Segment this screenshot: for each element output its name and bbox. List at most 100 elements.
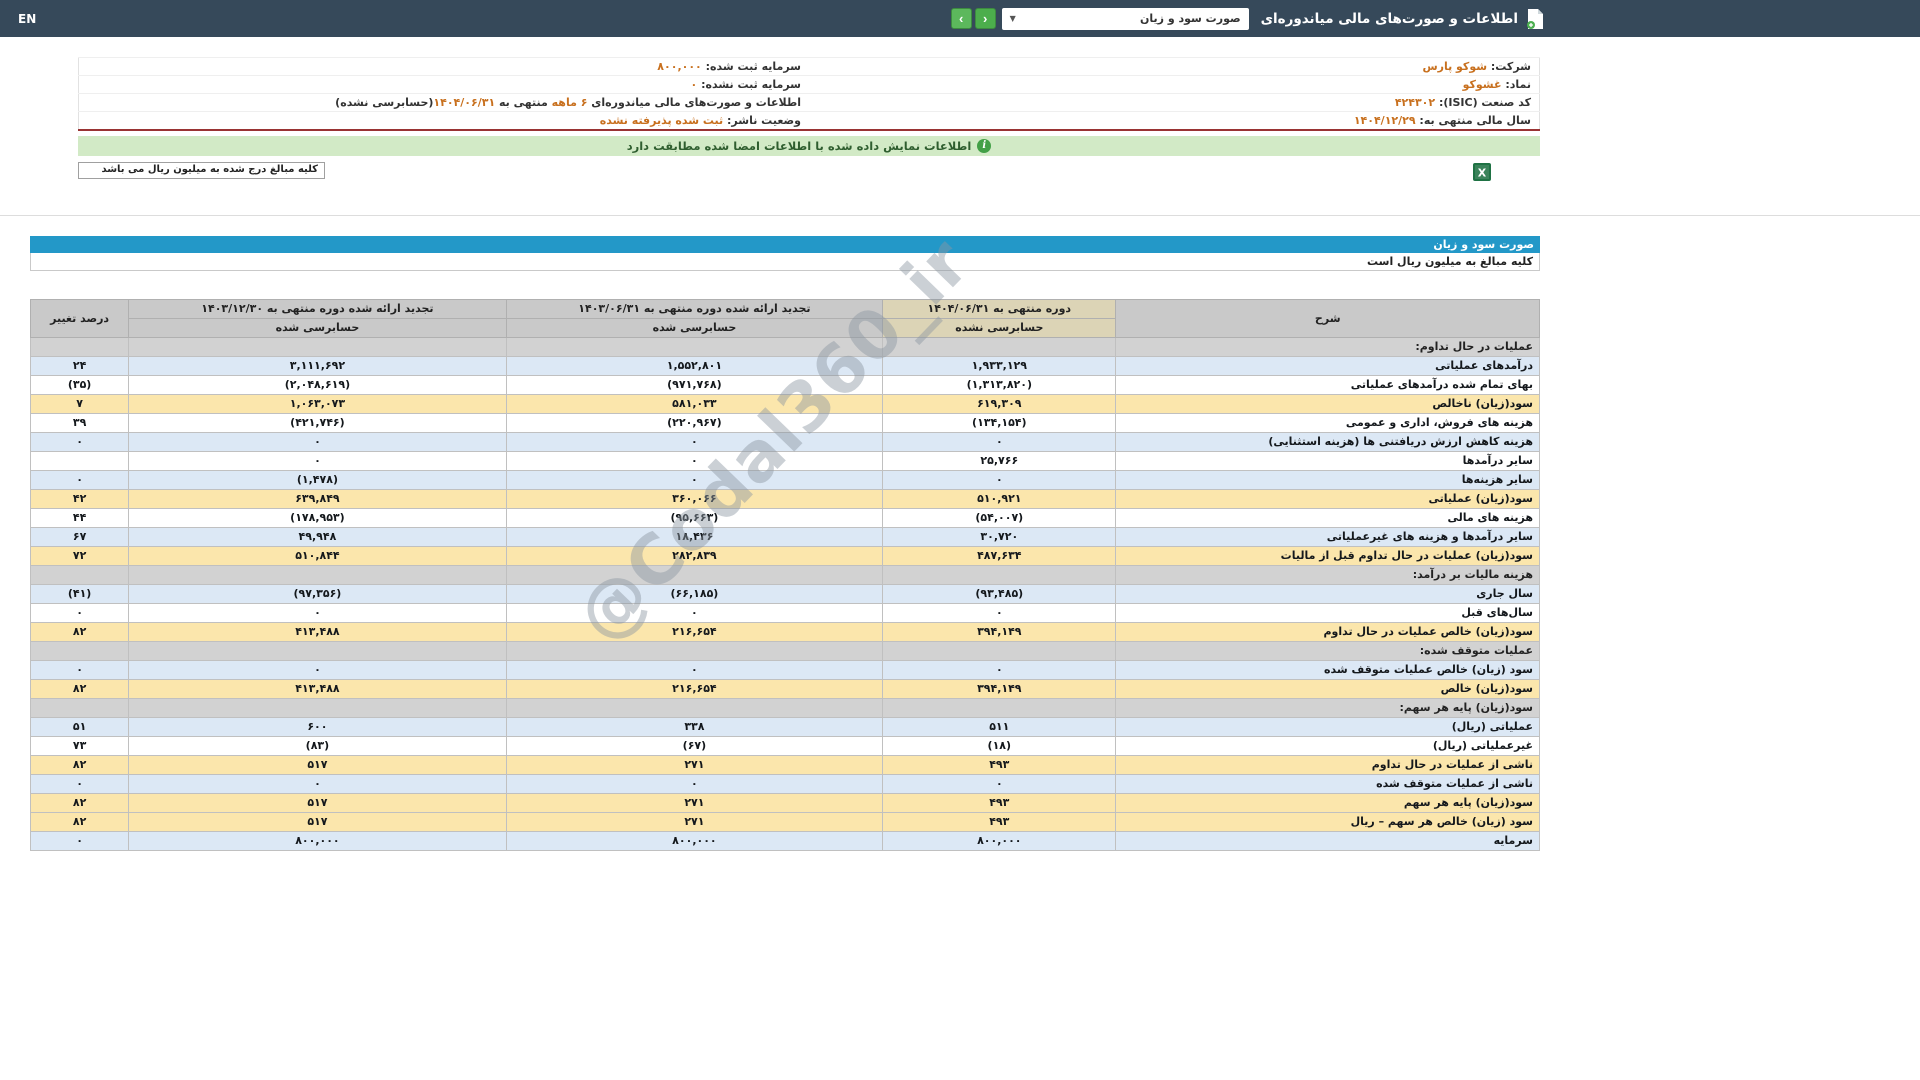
header-section: شرکت: شوکو پارس سرمایه ثبت شده: ۸۰۰,۰۰۰ … — [0, 57, 1552, 182]
statement-row-value: ۷۳ — [29, 735, 130, 756]
statement-row-value: ۱,۹۳۳,۱۲۹ — [882, 355, 1117, 376]
statement-row-value: ۰ — [29, 469, 130, 490]
statement-row-value: ۸۲ — [29, 754, 130, 775]
statement-section-row: عملیات متوقف شده: — [29, 640, 1540, 661]
statement-row-label: ناشی از عملیات در حال تداوم — [1115, 754, 1540, 775]
unregistered-capital-label: سرمایه ثبت نشده: — [701, 78, 801, 91]
info-cell: سرمایه ثبت شده: ۸۰۰,۰۰۰ — [78, 57, 809, 76]
statement-header-row: شرح دوره منتهی به ۱۴۰۴/۰۶/۳۱ تجدید ارائه… — [29, 298, 1540, 338]
statement-row-value: ۰ — [505, 450, 884, 471]
statement-row-value: ۰ — [882, 659, 1117, 680]
statement-type-select[interactable]: صورت سود و زیان ▼ — [1001, 7, 1249, 30]
statement-row-value: ۴۱۳,۴۸۸ — [128, 678, 507, 699]
statement-row-value: ۶۳۹,۸۴۹ — [128, 488, 507, 509]
statement-row-value: (۱۷۸,۹۵۳) — [128, 507, 507, 528]
info-cell: وضعیت ناشر: ثبت شده پذیرفته نشده — [78, 111, 809, 130]
statement-row-value — [128, 336, 507, 357]
language-toggle[interactable]: EN — [18, 12, 36, 26]
unregistered-capital-value: ۰ — [690, 78, 698, 91]
ticker-label: نماد: — [1505, 78, 1531, 91]
statement-row-label: سود(زیان) عملیات در حال تداوم قبل از مال… — [1115, 545, 1540, 566]
statement-row-value: ۲۴ — [29, 355, 130, 376]
statement-row-value: ۴۹۳ — [882, 754, 1117, 775]
statement-row-value: ۲۷۱ — [505, 792, 884, 813]
statement-row-value: ۵۱۱ — [882, 716, 1117, 737]
issuer-status-label: وضعیت ناشر: — [727, 113, 801, 127]
statement-data-row: سود (زیان) خالص هر سهم – ریال ۴۹۳ ۲۷۱ ۵۱۷ ۸۲ — [29, 811, 1540, 832]
statement-row-value — [505, 336, 884, 357]
statement-data-row: بهای تمام شده درآمدهای عملیاتی (۱,۳۱۳,۸۲۰… — [29, 374, 1540, 395]
statement-row-value: ۵۱ — [29, 716, 130, 737]
statement-row-value: ۳۹۴,۱۴۹ — [882, 678, 1117, 699]
statement-row-value: (۱,۴۷۸) — [128, 469, 507, 490]
statement-row-value: ۴۲ — [29, 488, 130, 509]
col-header-percent-change: درصد تغییر — [29, 298, 130, 338]
statement-row-value: ۸۰۰,۰۰۰ — [128, 830, 507, 851]
statement-row-value: ۸۲ — [29, 792, 130, 813]
statement-row-label: غیرعملیاتی (ریال) — [1115, 735, 1540, 756]
statement-row-value — [29, 450, 130, 471]
statement-row-label: سود(زیان) ناخالص — [1115, 393, 1540, 414]
statement-row-label: عملیات در حال تداوم: — [1115, 336, 1540, 357]
page-title: اطلاعات و صورت‌های مالی میاندوره‌ای — [1260, 10, 1518, 27]
statement-row-value: ۱۸,۴۳۶ — [505, 526, 884, 547]
statement-row-value: (۵۴,۰۰۷) — [882, 507, 1117, 528]
prev-statement-button[interactable]: ‹ — [974, 8, 996, 29]
info-row: نماد: غشوکو سرمایه ثبت نشده: ۰ — [78, 75, 1540, 94]
statement-data-row: سال‌های قبل ۰ ۰ ۰ ۰ — [29, 602, 1540, 623]
statement-row-value: ۸۲ — [29, 621, 130, 642]
statement-row-value: ۳,۱۱۱,۶۹۲ — [128, 355, 507, 376]
statement-row-value: ۵۱۷ — [128, 792, 507, 813]
statement-data-row: هزینه کاهش ارزش دریافتنی ها (هزینه استثن… — [29, 431, 1540, 452]
section-divider — [0, 214, 1920, 216]
statement-row-label: سود (زیان) خالص هر سهم – ریال — [1115, 811, 1540, 832]
statement-data-row: سایر درآمدها و هزینه های غیرعملیاتی ۳۰,۷۲… — [29, 526, 1540, 547]
statement-row-value: (۹۷۱,۷۶۸) — [505, 374, 884, 395]
statement-type-value: صورت سود و زیان — [1140, 12, 1241, 25]
statement-row-value: (۱,۳۱۳,۸۲۰) — [882, 374, 1117, 395]
statement-row-value: ۰ — [29, 830, 130, 851]
report-icon — [1525, 8, 1544, 30]
statement-row-value: ۰ — [882, 773, 1117, 794]
statement-row-value — [29, 697, 130, 718]
excel-export-icon[interactable]: X — [1472, 162, 1492, 182]
statement-row-value: ۸۲ — [29, 811, 130, 832]
statement-row-value: ۰ — [128, 450, 507, 471]
statement-row-label: سایر هزینه‌ها — [1115, 469, 1540, 490]
signature-banner: i اطلاعات نمایش داده شده با اطلاعات امضا… — [78, 135, 1540, 156]
fiscal-year-label: سال مالی منتهی به: — [1419, 113, 1531, 127]
statement-row-label: درآمدهای عملیاتی — [1115, 355, 1540, 376]
statement-row-value: ۲۸۲,۸۳۹ — [505, 545, 884, 566]
statement-row-value: ۰ — [505, 469, 884, 490]
subheader-audited-year: حسابرسی شده — [128, 317, 507, 338]
statement-row-value: ۰ — [505, 602, 884, 623]
isic-label: کد صنعت (ISIC): — [1438, 96, 1531, 109]
info-row: کد صنعت (ISIC): ۴۲۴۳۰۲ اطلاعات و صورت‌ها… — [78, 93, 1540, 112]
col-header-current-period: دوره منتهی به ۱۴۰۴/۰۶/۳۱ — [882, 298, 1117, 319]
statement-section-row: سود(زیان) پایه هر سهم: — [29, 697, 1540, 718]
svg-text:X: X — [1478, 166, 1487, 179]
statement-row-value: ۱,۵۵۲,۸۰۱ — [505, 355, 884, 376]
statement-row-value: ۸۰۰,۰۰۰ — [882, 830, 1117, 851]
statement-row-label: ناشی از عملیات متوقف شده — [1115, 773, 1540, 794]
statement-row-value: ۶۰۰ — [128, 716, 507, 737]
statement-row-label: سود (زیان) خالص عملیات متوقف شده — [1115, 659, 1540, 680]
next-statement-button[interactable]: › — [950, 8, 972, 29]
period-sentence: اطلاعات و صورت‌های مالی میاندوره‌ای — [587, 96, 801, 109]
statement-unit-note: کلیه مبالغ به میلیون ریال است — [30, 252, 1540, 271]
company-name-value: شوکو پارس — [1422, 60, 1488, 73]
chevron-down-icon: ▼ — [1009, 14, 1016, 23]
statement-row-value — [882, 697, 1117, 718]
statement-row-value: ۰ — [882, 469, 1117, 490]
col-header-restated-halfyear: تجدید ارائه شده دوره منتهی به ۱۴۰۳/۰۶/۳۱ — [505, 298, 884, 319]
statement-row-label: سایر درآمدها — [1115, 450, 1540, 471]
statement-data-row: سود(زیان) عملیاتی ۵۱۰,۹۲۱ ۳۶۰,۰۶۶ ۶۳۹,۸۴۹ ۴۲ — [29, 488, 1540, 509]
statement-row-value: ۲۱۶,۶۵۴ — [505, 678, 884, 699]
statement-row-label: سرمایه — [1115, 830, 1540, 851]
statement-data-row: سود(زیان) عملیات در حال تداوم قبل از مال… — [29, 545, 1540, 566]
period-length-value: ۶ ماهه — [551, 96, 588, 109]
statement-row-value: ۰ — [505, 431, 884, 452]
info-row: سال مالی منتهی به: ۱۴۰۴/۱۲/۲۹ وضعیت ناشر… — [78, 111, 1540, 130]
statement-row-value: (۲,۰۴۸,۶۱۹) — [128, 374, 507, 395]
navbar-content: اطلاعات و صورت‌های مالی میاندوره‌ای صورت… — [0, 0, 1552, 37]
